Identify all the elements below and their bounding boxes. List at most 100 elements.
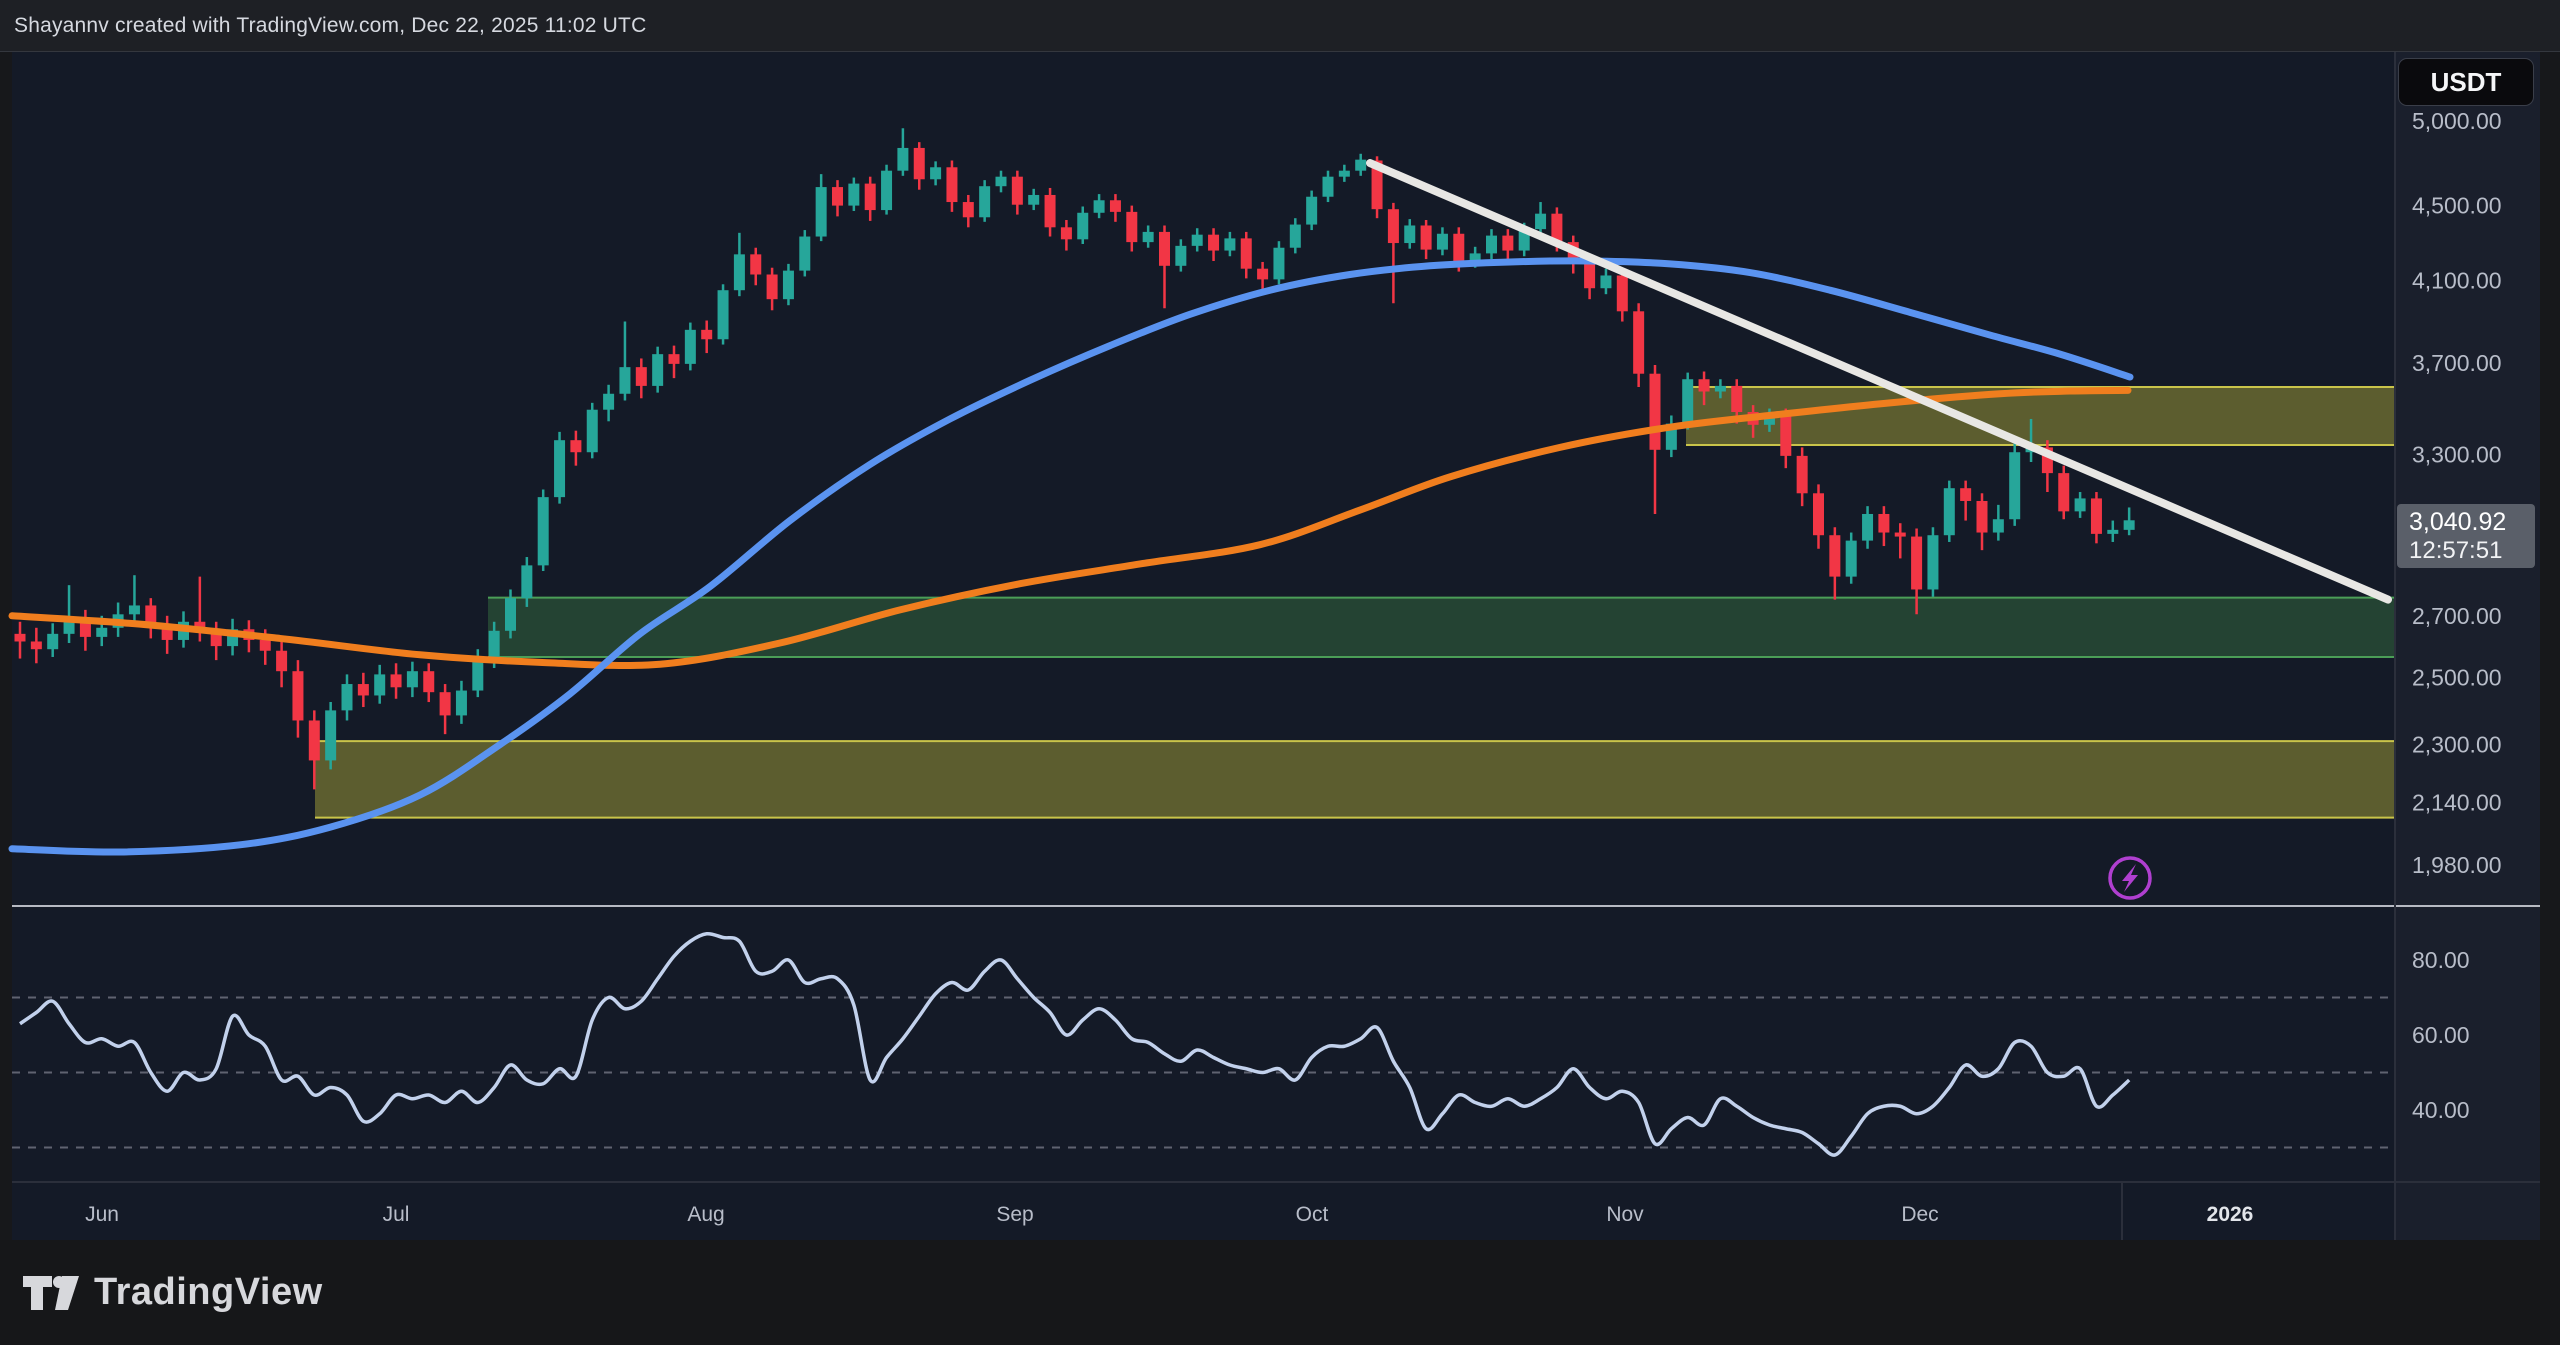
candle-body bbox=[2058, 473, 2070, 512]
candle-body bbox=[455, 690, 467, 716]
candle-body bbox=[979, 186, 991, 218]
candle-body bbox=[439, 692, 451, 716]
time-axis-label-nov: Nov bbox=[1606, 1203, 1644, 1226]
candle-body bbox=[1355, 159, 1367, 171]
candle-body bbox=[930, 167, 942, 180]
candle-body bbox=[472, 658, 484, 691]
candle-body bbox=[1780, 415, 1792, 456]
candle-body bbox=[1813, 493, 1824, 536]
candle-body bbox=[292, 671, 304, 721]
candle-body bbox=[570, 440, 582, 453]
candle-body bbox=[1992, 519, 2004, 533]
candle-body bbox=[30, 641, 42, 650]
candle-body bbox=[374, 674, 386, 696]
candle-body bbox=[2090, 498, 2102, 534]
time-axis-label-2026: 2026 bbox=[2207, 1203, 2254, 1226]
candle-body bbox=[1224, 238, 1236, 251]
candle-body bbox=[1322, 176, 1334, 197]
candle-body bbox=[505, 598, 516, 631]
candle-body bbox=[1829, 535, 1841, 577]
candle-body bbox=[864, 183, 876, 211]
candle-body bbox=[1273, 247, 1285, 280]
time-axis-label-sep: Sep bbox=[996, 1203, 1033, 1226]
candle-body bbox=[995, 176, 1007, 187]
candle-body bbox=[897, 147, 909, 171]
tradingview-logo[interactable]: TradingView bbox=[22, 1271, 323, 1314]
candle-body bbox=[1845, 540, 1857, 577]
candle-body bbox=[325, 710, 337, 761]
bar-countdown-timer: 12:57:51 bbox=[2409, 537, 2503, 564]
candle-body bbox=[848, 183, 860, 206]
current-price-value: 3,040.92 bbox=[2409, 508, 2507, 536]
tradingview-logo-icon bbox=[22, 1274, 80, 1312]
candle-body bbox=[1208, 234, 1220, 251]
candle-body bbox=[14, 633, 26, 642]
candle-body bbox=[1502, 235, 1514, 251]
candle-body bbox=[1338, 170, 1350, 177]
lower-support-zone bbox=[315, 741, 2395, 818]
rsi-tick-label: 60.00 bbox=[2412, 1022, 2470, 1048]
candle-body bbox=[1289, 224, 1301, 248]
candle-body bbox=[1257, 268, 1269, 280]
candle-body bbox=[1420, 225, 1432, 250]
candle-body bbox=[1976, 500, 1988, 533]
candle-body bbox=[733, 254, 745, 291]
price-tick-label: 2,700.00 bbox=[2412, 603, 2502, 629]
candle-body bbox=[1011, 176, 1023, 205]
candle-body bbox=[1535, 213, 1547, 230]
candle-body bbox=[1698, 379, 1710, 392]
candle-body bbox=[1633, 311, 1645, 374]
price-tick-label: 4,100.00 bbox=[2412, 267, 2502, 293]
candle-body bbox=[128, 605, 140, 615]
time-axis-label-aug: Aug bbox=[687, 1203, 724, 1226]
candle-body bbox=[537, 497, 549, 566]
candle-body bbox=[1436, 233, 1448, 250]
candle-body bbox=[1126, 211, 1138, 243]
current-price-tag: 3,040.92 12:57:51 bbox=[2397, 504, 2535, 568]
rsi-tick-label: 40.00 bbox=[2412, 1097, 2470, 1123]
candle-body bbox=[276, 650, 288, 672]
candle-body bbox=[390, 674, 402, 688]
candle-body bbox=[652, 354, 664, 386]
candle-body bbox=[881, 170, 893, 211]
candle-body bbox=[1142, 231, 1154, 243]
candle-body bbox=[1600, 275, 1612, 289]
candle-body bbox=[619, 367, 631, 394]
candle-body bbox=[1093, 200, 1105, 213]
candle-body bbox=[357, 684, 369, 696]
candle-body bbox=[1240, 238, 1252, 269]
candle-body bbox=[1943, 488, 1955, 536]
quote-currency-badge[interactable]: USDT bbox=[2398, 58, 2534, 106]
candle-body bbox=[2123, 520, 2135, 530]
candle-body bbox=[1191, 234, 1203, 246]
candle-body bbox=[521, 565, 533, 599]
price-scale-background[interactable] bbox=[2395, 52, 2540, 1240]
candle-body bbox=[635, 367, 647, 386]
candle-body bbox=[1616, 275, 1628, 312]
candle-body bbox=[1486, 235, 1497, 254]
candle-body bbox=[684, 329, 696, 364]
price-tick-label: 3,300.00 bbox=[2412, 442, 2502, 468]
mid-support-zone bbox=[488, 597, 2395, 657]
candle-body bbox=[1878, 513, 1890, 533]
candle-body bbox=[259, 639, 271, 651]
candle-body bbox=[308, 720, 320, 761]
candle-body bbox=[554, 440, 566, 498]
candle-body bbox=[913, 147, 925, 180]
chart-canvas[interactable]: 5,000.00 4,500.00 4,100.00 3,700.00 3,300.00… bbox=[0, 0, 2560, 1345]
candle-body bbox=[2107, 529, 2119, 534]
candle-body bbox=[815, 187, 827, 237]
price-tick-label: 5,000.00 bbox=[2412, 108, 2502, 134]
candle-body bbox=[1028, 194, 1040, 205]
candle-body bbox=[668, 354, 680, 364]
price-tick-label: 4,500.00 bbox=[2412, 193, 2502, 219]
candle-body bbox=[1731, 385, 1743, 413]
attribution-bar: Shayannv created with TradingView.com, D… bbox=[0, 0, 2560, 52]
price-tick-label: 2,300.00 bbox=[2412, 732, 2502, 758]
candle-body bbox=[946, 167, 958, 203]
candle-body bbox=[717, 290, 729, 340]
price-chart[interactable]: 5,000.00 4,500.00 4,100.00 3,700.00 3,300.00… bbox=[0, 0, 2560, 1345]
candle-body bbox=[1911, 536, 1923, 590]
time-axis-label-jun: Jun bbox=[85, 1203, 119, 1226]
time-axis-label-oct: Oct bbox=[1296, 1203, 1329, 1226]
